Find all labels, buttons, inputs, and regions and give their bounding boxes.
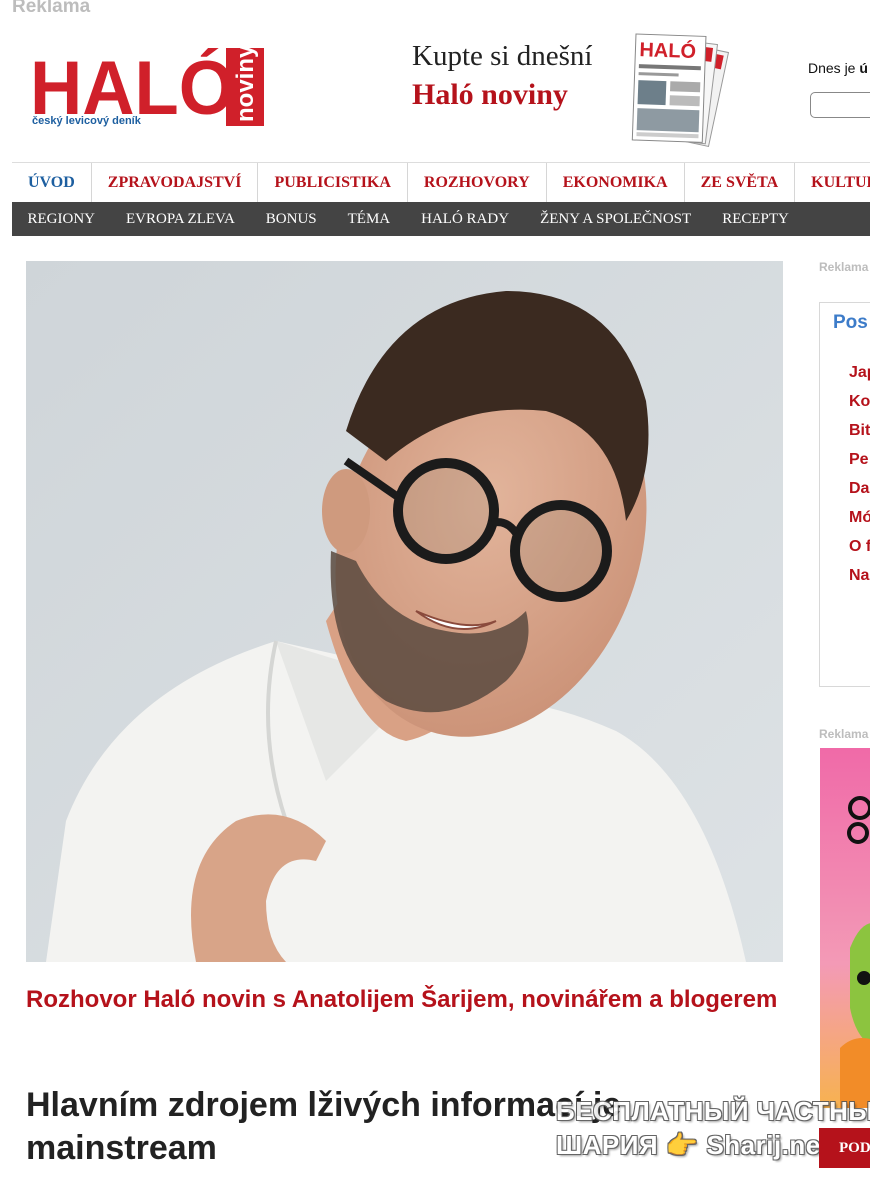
sidebar-ad-image[interactable] [820, 748, 870, 1108]
secondary-nav: REGIONY EVROPA ZLEVA BONUS TÉMA HALÓ RAD… [12, 202, 870, 236]
sidebar-link[interactable]: O f [849, 537, 870, 557]
promo-banner[interactable]: Kupte si dnešní Haló noviny HALÓ [412, 28, 742, 152]
sidebar-box-title: Pos [833, 312, 868, 333]
sidebar-link[interactable]: Ko [849, 392, 870, 412]
nav-item-uvod[interactable]: ÚVOD [12, 163, 92, 203]
watermark: БЕСПЛАТНЫЙ ЧАСТНЫЙ ШАРИЯ 👉 Sharij.net [556, 1096, 870, 1168]
nav-item-publicistika[interactable]: PUBLICISTIKA [258, 163, 408, 203]
sidebar-ad-label-2: Reklama [819, 727, 869, 741]
promo-line-2: Haló noviny [412, 78, 568, 111]
date-label: Dnes je ú [808, 60, 868, 76]
sidebar-link[interactable]: Mó vo [849, 508, 870, 528]
newspaper-stack-image: HALÓ [631, 33, 730, 148]
sidebar-link[interactable]: Na zd [849, 566, 870, 586]
watermark-line-1: БЕСПЛАТНЫЙ ЧАСТНЫЙ [556, 1096, 870, 1126]
subnav-item-regiony[interactable]: REGIONY [12, 202, 111, 236]
nav-item-kultura[interactable]: KULTURA [795, 163, 870, 203]
sidebar-list: Jap žer Ko Bit Pe př Da Mó vo O f Na zd [849, 363, 870, 595]
nav-item-ekonomika[interactable]: EKONOMIKA [547, 163, 685, 203]
date-label-text: Dnes je [808, 60, 860, 76]
svg-text:HALÓ: HALÓ [639, 37, 696, 63]
promo-line-1: Kupte si dnešní [412, 40, 593, 72]
search-input[interactable] [810, 92, 870, 118]
subnav-item-bonus[interactable]: BONUS [250, 202, 332, 236]
article-photo [26, 261, 783, 962]
sidebar-link[interactable]: Pe př [849, 450, 870, 470]
halo-noviny-logo[interactable]: HALÓ noviny český levicový deník [30, 44, 265, 131]
subnav-item-tema[interactable]: TÉMA [332, 202, 406, 236]
sidebar-ad-label-1: Reklama [819, 260, 869, 274]
subnav-item-zeny-a-spolecnost[interactable]: ŽENY A SPOLEČNOST [525, 202, 707, 236]
article-subtitle: Rozhovor Haló novin s Anatolijem Šarijem… [26, 986, 778, 1013]
svg-text:noviny: noviny [232, 48, 259, 122]
top-ad-label: Reklama [12, 0, 91, 17]
watermark-line-2: ШАРИЯ 👉 Sharij.net [556, 1130, 830, 1160]
primary-nav: ÚVOD ZPRAVODAJSTVÍ PUBLICISTIKA ROZHOVOR… [12, 162, 870, 203]
sidebar-link[interactable]: Jap žer [849, 363, 870, 383]
nav-item-rozhovory[interactable]: ROZHOVORY [408, 163, 547, 203]
nav-item-zpravodajstvi[interactable]: ZPRAVODAJSTVÍ [92, 163, 259, 203]
subnav-item-recepty[interactable]: RECEPTY [707, 202, 805, 236]
nav-item-ze-sveta[interactable]: ZE SVĚTA [685, 163, 796, 203]
date-label-day: ú [859, 60, 868, 76]
podcast-button[interactable]: POD [819, 1128, 870, 1168]
sidebar-link[interactable]: Bit [849, 421, 870, 441]
subnav-item-evropa-zleva[interactable]: EVROPA ZLEVA [111, 202, 251, 236]
sidebar-latest-box: Pos Jap žer Ko Bit Pe př Da Mó vo O f Na… [819, 302, 870, 687]
subnav-item-halo-rady[interactable]: HALÓ RADY [406, 202, 525, 236]
sidebar-link[interactable]: Da [849, 479, 870, 499]
svg-text:český levicový deník: český levicový deník [32, 115, 142, 127]
